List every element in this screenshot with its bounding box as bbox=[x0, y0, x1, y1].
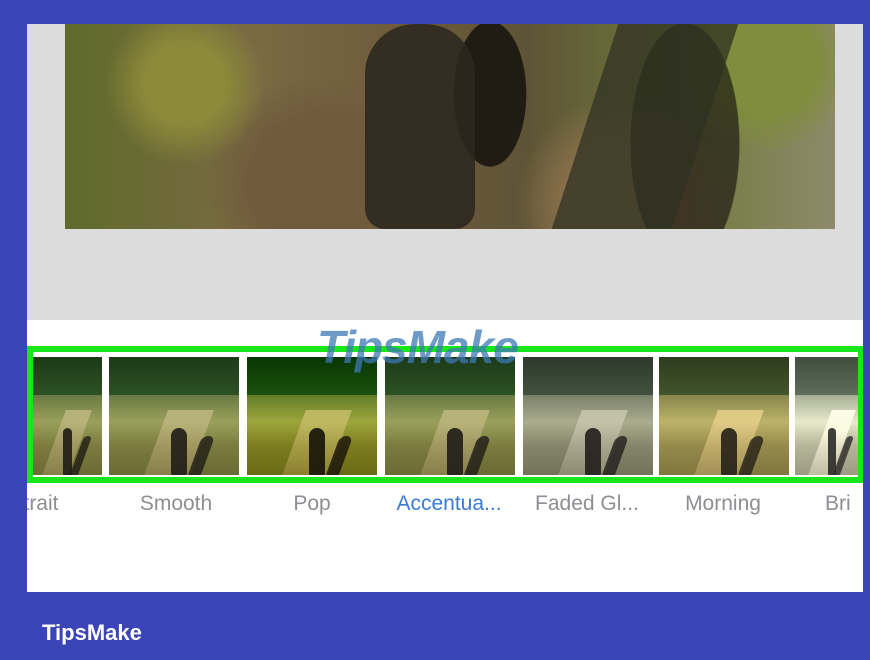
filter-label-morning[interactable]: Morning bbox=[657, 492, 789, 516]
photo-preview-area bbox=[27, 24, 863, 320]
filter-label-smooth[interactable]: Smooth bbox=[110, 492, 242, 516]
photo-shadow-figure bbox=[365, 24, 475, 229]
filter-label-accentuated[interactable]: Accentua... bbox=[383, 492, 515, 516]
filter-label-pop[interactable]: Pop bbox=[246, 492, 378, 516]
filter-label-bright[interactable]: Bri bbox=[825, 492, 863, 516]
photo-preview[interactable] bbox=[65, 24, 835, 229]
photo-editor-screen: trait Smooth Pop Accentua... Faded Gl...… bbox=[27, 24, 863, 592]
photo-shadow-grass bbox=[551, 24, 739, 229]
filter-label-portrait[interactable]: trait bbox=[27, 492, 107, 516]
watermark-logo: TipsMake bbox=[317, 321, 519, 373]
brand-logo: TipsMake bbox=[42, 620, 142, 645]
filter-label-faded[interactable]: Faded Gl... bbox=[521, 492, 653, 516]
